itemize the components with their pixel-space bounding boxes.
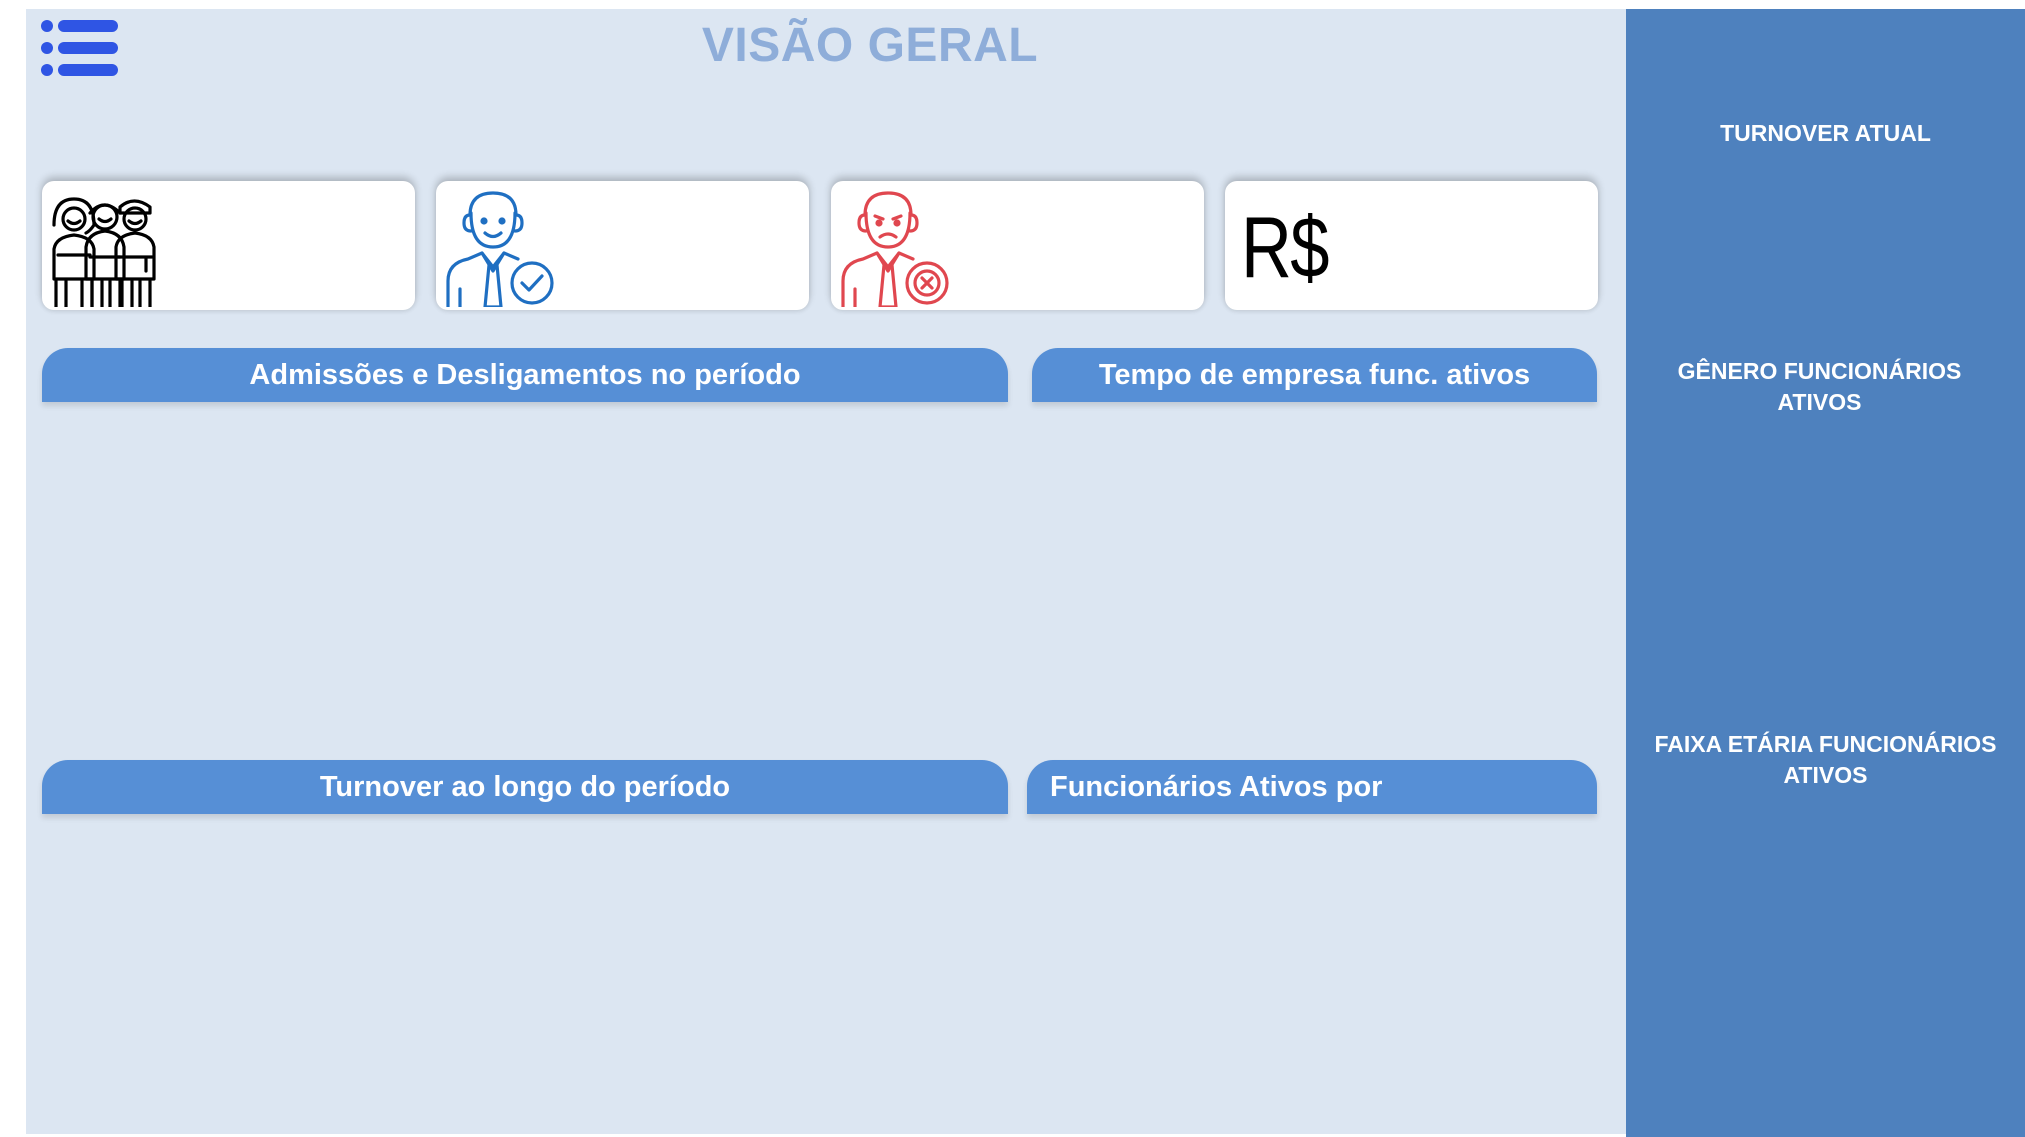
employee-x-icon [835,185,955,309]
faixa-etaria-label: FAIXA ETÁRIA FUNCIONÁRIOS ATIVOS [1626,729,2025,791]
currency-real-icon: R$ [1241,200,1330,296]
section-header-turnover-periodo: Turnover ao longo do período [42,760,1008,814]
kpi-card-dismissals[interactable] [831,181,1204,310]
page-title: VISÃO GERAL [701,19,1039,72]
faixa-line2: ATIVOS [1783,762,1868,788]
faixa-line1: FAIXA ETÁRIA FUNCIONÁRIOS [1654,731,1997,757]
genero-line2: ATIVOS [1777,389,1862,415]
employee-check-icon [440,185,560,309]
team-people-icon [46,185,166,309]
genero-funcionarios-label: GÊNERO FUNCIONÁRIOS ATIVOS [1620,356,2019,418]
dashboard-canvas [26,9,1626,1134]
turnover-atual-text: TURNOVER ATUAL [1720,120,1931,146]
kpi-card-total-employees[interactable] [42,181,415,310]
section-header-admissoes: Admissões e Desligamentos no período [42,348,1008,402]
kpi-card-admissions[interactable] [436,181,809,310]
kpi-card-cost[interactable]: R$ [1225,181,1598,310]
section-header-funcionarios-ativos: Funcionários Ativos por [1027,760,1597,814]
section-header-tempo-empresa: Tempo de empresa func. ativos [1032,348,1597,402]
right-summary-panel [1626,9,2025,1137]
turnover-atual-label: TURNOVER ATUAL [1626,118,2025,149]
list-icon[interactable] [40,17,120,79]
genero-line1: GÊNERO FUNCIONÁRIOS [1677,358,1962,384]
